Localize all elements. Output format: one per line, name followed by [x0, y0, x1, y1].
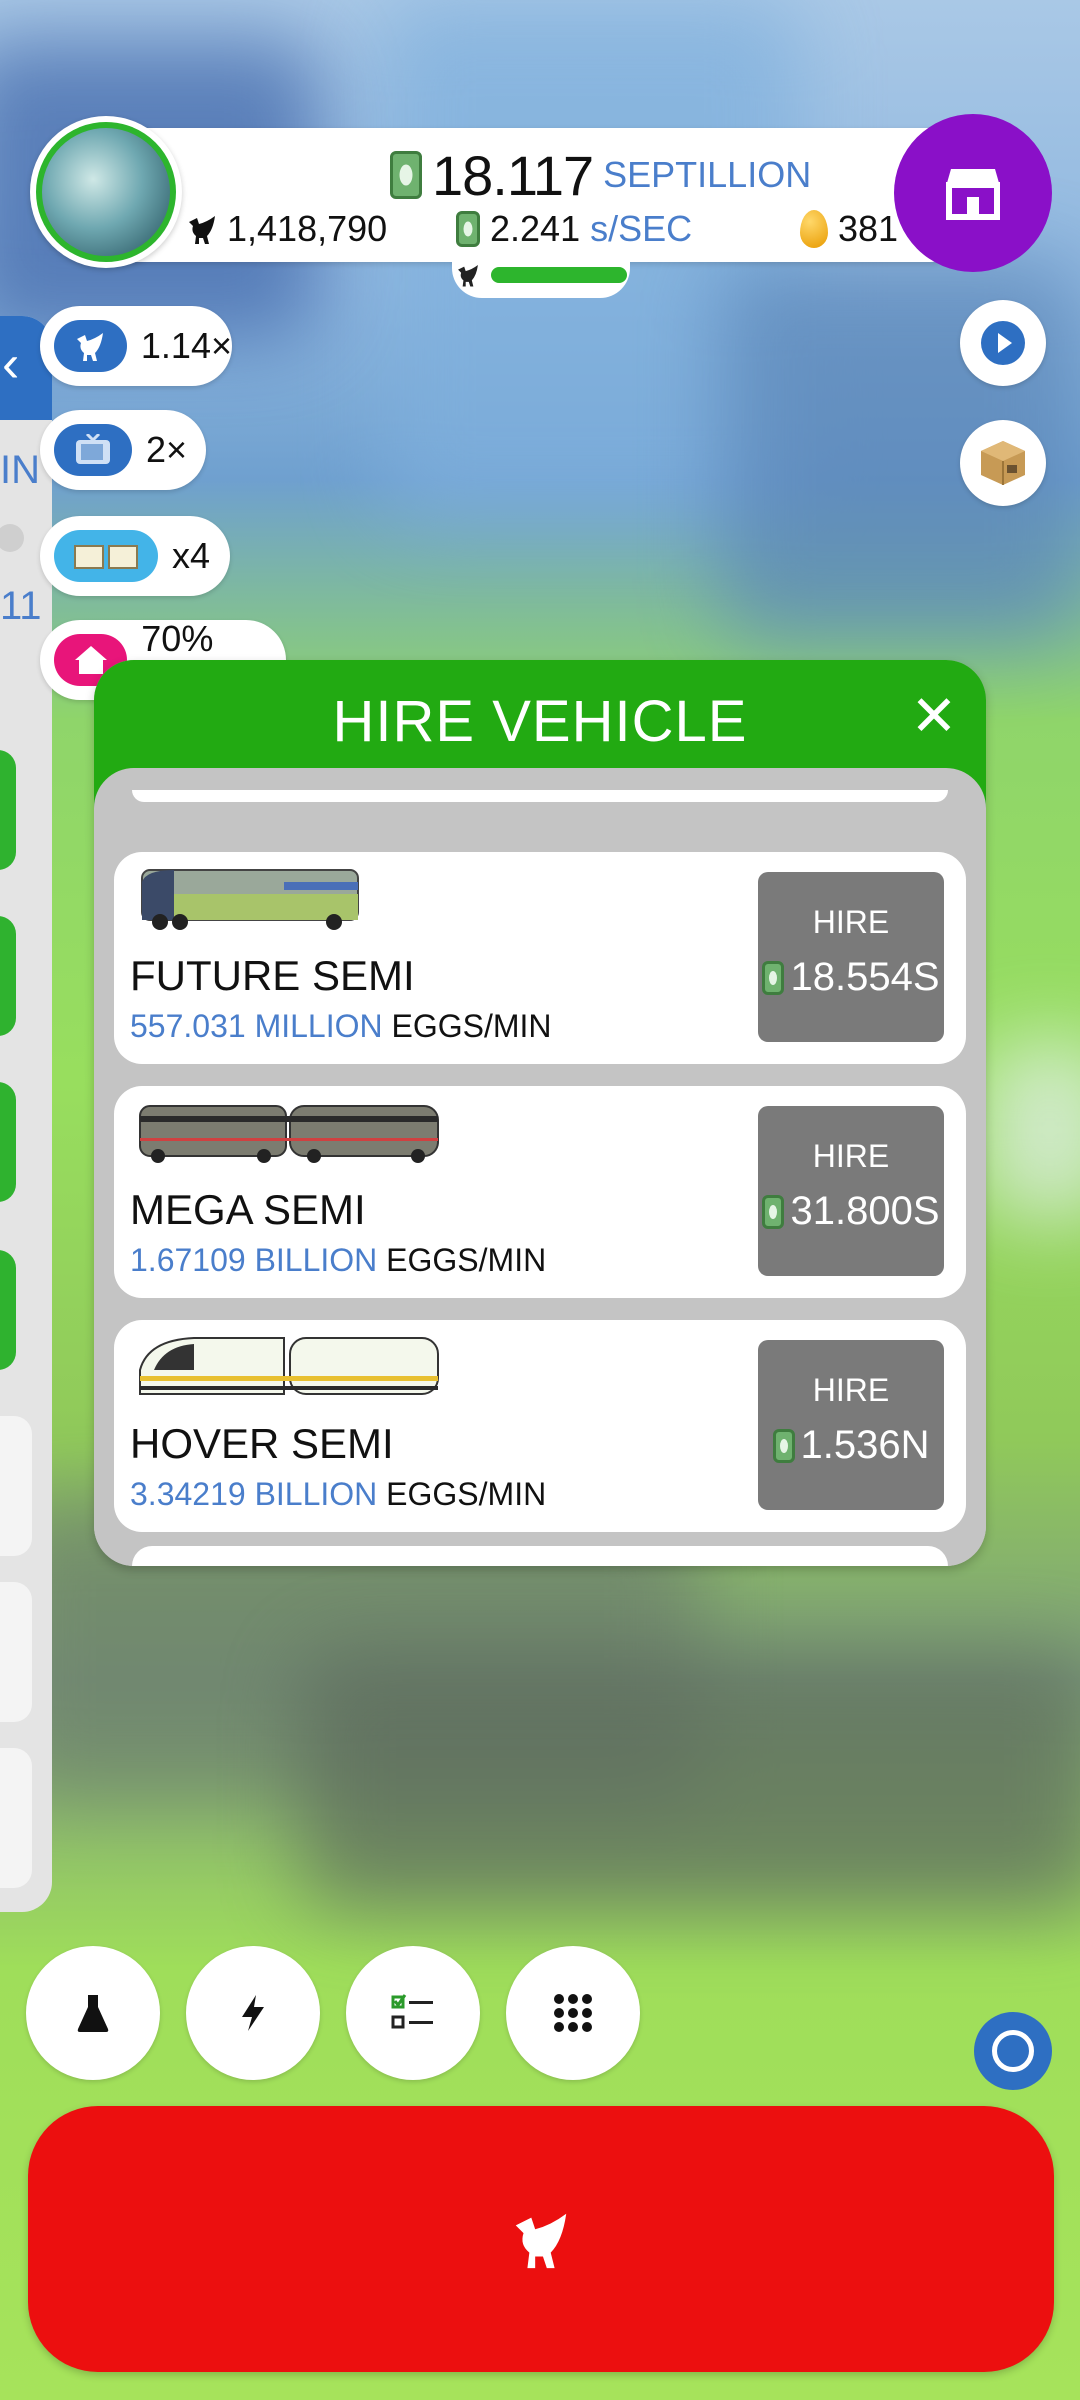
cash-icon	[390, 151, 422, 199]
vehicle-card: FUTURE SEMI 557.031 MILLION EGGS/MIN HIR…	[114, 852, 966, 1064]
capacity-value: 557.031 MILLION	[130, 1008, 383, 1044]
boost-chicken[interactable]: 1.14×	[40, 306, 232, 386]
gift-box-button[interactable]	[960, 420, 1046, 506]
hire-button[interactable]: HIRE 1.536N	[758, 1340, 944, 1510]
boost-video[interactable]: 2×	[40, 410, 206, 490]
crate-icon	[54, 530, 158, 582]
drawer-dot	[0, 524, 24, 552]
money-value: 18.117	[432, 143, 594, 207]
capacity-value: 1.67109 BILLION	[130, 1242, 378, 1278]
habitat-progress	[452, 252, 630, 298]
missions-button[interactable]	[346, 1946, 480, 2080]
capacity-unit: EGGS/MIN	[391, 1008, 552, 1044]
golden-egg-value: 381	[838, 208, 899, 249]
price-value: 18.554S	[790, 955, 940, 999]
hire-button[interactable]: HIRE 31.800S	[758, 1106, 944, 1276]
vehicle-list[interactable]: FUTURE SEMI 557.031 MILLION EGGS/MIN HIR…	[94, 768, 986, 1566]
vehicle-name: FUTURE SEMI	[130, 952, 415, 999]
hire-label: HIRE	[812, 904, 890, 940]
chevron-left-icon: ‹	[2, 335, 20, 393]
boosts-button[interactable]	[186, 1946, 320, 2080]
earn-rate-unit: s/SEC	[590, 208, 693, 249]
vehicle-capacity: 3.34219 BILLION EGGS/MIN	[130, 1476, 546, 1513]
boost-label: x4	[172, 535, 211, 576]
future-semi-truck-icon	[141, 869, 359, 930]
drawer-item[interactable]	[0, 916, 16, 1036]
drawer-item[interactable]	[0, 1748, 32, 1888]
hatch-chicken-button[interactable]	[28, 2106, 1054, 2372]
money-display: 18.117 SEPTILLION	[390, 140, 811, 210]
hire-label: HIRE	[812, 1372, 890, 1408]
assistant-icon[interactable]	[974, 2012, 1052, 2090]
vehicle-capacity: 557.031 MILLION EGGS/MIN	[130, 1008, 552, 1045]
drawer-item[interactable]	[0, 1250, 16, 1370]
flask-icon	[77, 1995, 109, 2032]
cash-icon	[456, 211, 480, 247]
hire-price: 1.536N	[758, 1423, 944, 1468]
earn-rate-value: 2.241	[490, 208, 581, 249]
chicken-count: 1,418,790	[185, 208, 387, 250]
drawer-item[interactable]	[0, 1416, 32, 1556]
shop-button[interactable]	[894, 114, 1052, 272]
checklist-icon	[391, 1994, 433, 2029]
shop-icon	[946, 169, 1000, 220]
drawer-label-top: IN	[0, 448, 40, 492]
money-unit: SEPTILLION	[603, 154, 812, 195]
price-value: 31.800S	[790, 1189, 940, 1233]
research-button[interactable]	[26, 1946, 160, 2080]
egg-avatar-button[interactable]	[30, 116, 182, 268]
hover-semi-truck-icon	[139, 1337, 439, 1395]
video-ad-button[interactable]	[960, 300, 1046, 386]
vehicle-capacity: 1.67109 BILLION EGGS/MIN	[130, 1242, 546, 1279]
capacity-unit: EGGS/MIN	[386, 1242, 547, 1278]
hire-price: 31.800S	[758, 1189, 944, 1234]
vehicle-name: MEGA SEMI	[130, 1186, 366, 1233]
mega-semi-truck-icon	[139, 1105, 439, 1163]
habitat-progress-bar	[491, 267, 627, 283]
grid-menu-icon	[554, 1994, 592, 2032]
earn-rate: 2.241 s/SEC	[456, 208, 692, 250]
list-item-partial	[132, 1546, 948, 1566]
drawer-item[interactable]	[0, 1082, 16, 1202]
decorated-egg-icon	[36, 122, 176, 262]
cash-icon	[762, 960, 785, 995]
capacity-unit: EGGS/MIN	[386, 1476, 547, 1512]
chicken-icon	[189, 216, 215, 244]
menu-button[interactable]	[506, 1946, 640, 2080]
chicken-icon	[54, 320, 127, 372]
cash-icon	[772, 1428, 795, 1463]
chicken-count-value: 1,418,790	[227, 208, 388, 249]
lightning-icon	[242, 1995, 264, 2031]
cash-icon	[762, 1194, 785, 1229]
close-icon[interactable]: ✕	[906, 688, 962, 744]
vehicle-name: HOVER SEMI	[130, 1420, 394, 1467]
box-icon	[981, 441, 1025, 485]
drawer-label-bottom: 11	[0, 584, 42, 628]
hire-button[interactable]: HIRE 18.554S	[758, 872, 944, 1042]
hire-vehicle-dialog: HIRE VEHICLE ✕ FUTURE SEMI 557.031 MILLI…	[94, 660, 986, 1566]
dialog-title: HIRE VEHICLE	[332, 689, 748, 754]
vehicle-card: HOVER SEMI 3.34219 BILLION EGGS/MIN HIRE…	[114, 1320, 966, 1532]
chicken-icon	[515, 2213, 567, 2269]
golden-egg-icon	[800, 210, 828, 248]
capacity-value: 3.34219 BILLION	[130, 1476, 378, 1512]
list-item-partial	[132, 790, 948, 802]
boost-crate[interactable]: x4	[40, 516, 230, 596]
drawer-item[interactable]	[0, 750, 16, 870]
boost-label: 2×	[146, 429, 188, 470]
drawer-item[interactable]	[0, 1582, 32, 1722]
golden-egg-count[interactable]: 381	[800, 208, 898, 250]
chicken-icon	[458, 265, 478, 287]
boost-label: 1.14×	[140, 325, 232, 366]
tv-icon	[54, 424, 132, 476]
play-icon	[981, 321, 1025, 365]
vehicle-card: MEGA SEMI 1.67109 BILLION EGGS/MIN HIRE …	[114, 1086, 966, 1298]
hire-price: 18.554S	[758, 955, 944, 1000]
price-value: 1.536N	[800, 1423, 930, 1467]
hire-label: HIRE	[812, 1138, 890, 1174]
